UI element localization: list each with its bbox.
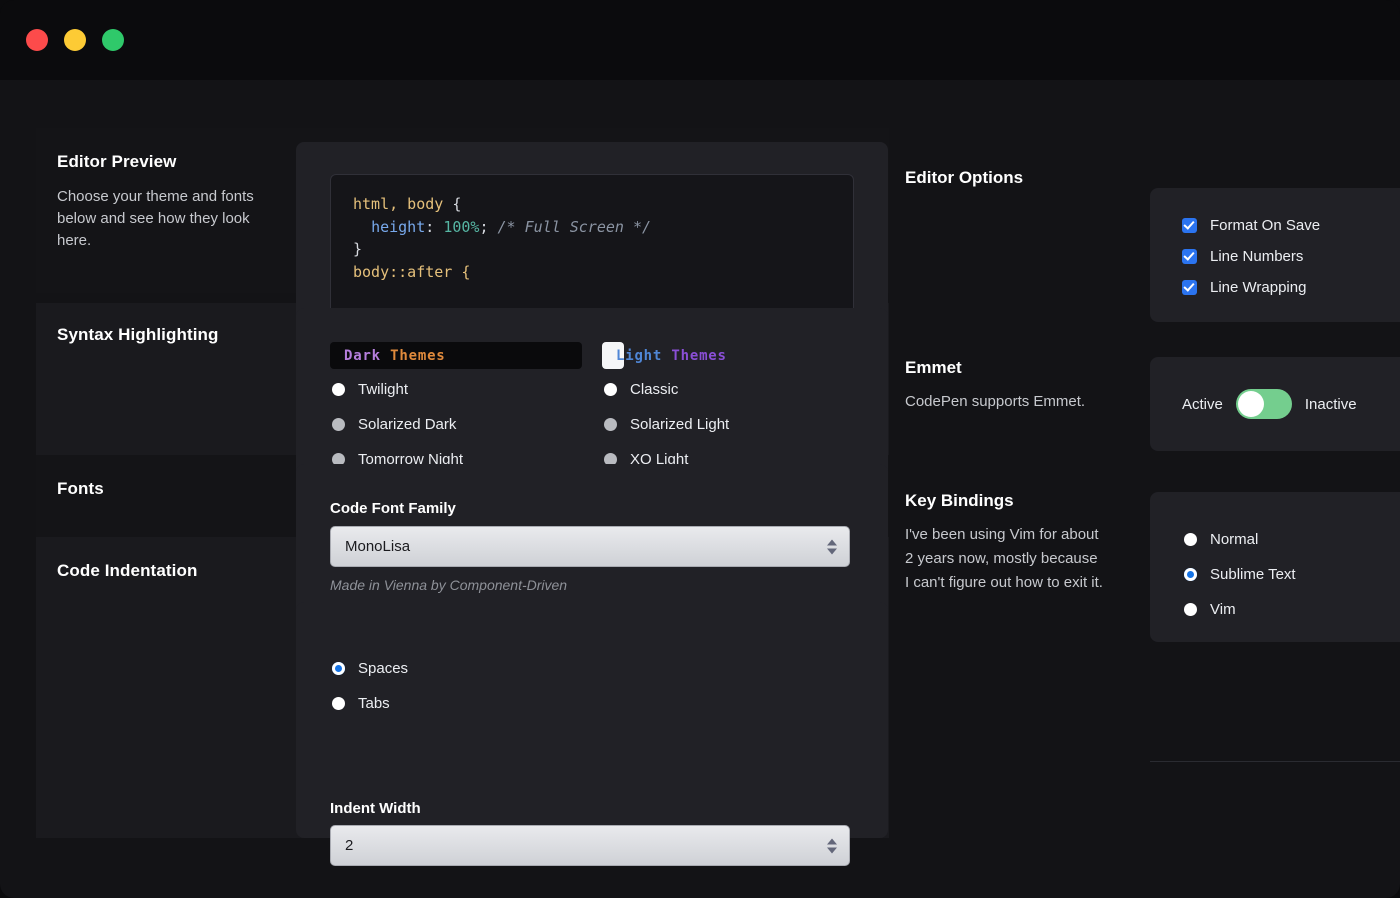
toggle-knob-icon	[1237, 391, 1264, 417]
stepper-arrows-icon[interactable]	[827, 838, 837, 853]
emmet-description: CodePen supports Emmet.	[905, 393, 1086, 410]
window-titlebar	[0, 0, 1400, 80]
key-bindings-description: I've been using Vim for about 2 years no…	[905, 526, 1103, 591]
key-binding-label: Vim	[1210, 600, 1236, 618]
key-bindings-title: Key Bindings	[905, 491, 1014, 510]
radio-icon[interactable]	[332, 417, 345, 431]
indent-width-value: 2	[345, 837, 354, 854]
section-title-fonts: Fonts	[57, 479, 104, 498]
minimize-button-icon[interactable]	[64, 29, 86, 51]
light-themes-header: Light Themes	[602, 342, 726, 369]
light-themes-header-word2: Themes	[671, 347, 727, 364]
close-button-icon[interactable]	[26, 29, 48, 51]
key-binding-label: Normal	[1210, 530, 1259, 548]
font-caption: Made in Vienna by Component-Driven	[330, 577, 568, 593]
indent-option-label: Tabs	[358, 694, 390, 712]
code-font-family-label: Code Font Family	[330, 500, 456, 517]
key-bindings-radio-group: Normal Sublime Text Vim	[1150, 492, 1400, 624]
key-binding-option-sublime-text[interactable]: Sublime Text	[1182, 559, 1400, 589]
checkbox-line-wrapping[interactable]: Line Wrapping	[1182, 272, 1400, 303]
light-themes-column: Light Themes Classic Solarized Light XQ …	[602, 342, 854, 474]
theme-option-twilight[interactable]: Twilight	[330, 374, 582, 404]
right-column-divider	[1150, 761, 1400, 762]
radio-icon[interactable]	[604, 382, 617, 396]
code-value: 100%	[443, 217, 480, 236]
code-brace-open: {	[443, 195, 462, 213]
radio-icon[interactable]	[1184, 532, 1197, 546]
code-font-family-value: MonoLisa	[345, 538, 411, 555]
emmet-block: Emmet CodePen supports Emmet.	[905, 358, 1105, 414]
radio-icon[interactable]	[332, 661, 345, 675]
theme-option-label: Twilight	[358, 380, 409, 398]
radio-icon[interactable]	[1184, 602, 1197, 616]
code-indentation-card: Spaces Tabs Indent Width 2	[296, 602, 888, 866]
emmet-title: Emmet	[905, 358, 962, 377]
section-description-editor-preview: Choose your theme and fonts below and se…	[57, 188, 254, 249]
radio-icon[interactable]	[604, 417, 617, 431]
window-controls	[26, 29, 124, 51]
page-body: Editor Preview Choose your theme and fon…	[0, 80, 1400, 898]
indent-option-tabs[interactable]: Tabs	[330, 688, 408, 718]
key-bindings-card: Normal Sublime Text Vim	[1150, 492, 1400, 642]
editor-options-card: Format On Save Line Numbers Line Wrappin…	[1150, 188, 1400, 322]
checkbox-group: Format On Save Line Numbers Line Wrappin…	[1150, 188, 1400, 303]
code-line-1: html, body {	[353, 193, 853, 216]
emmet-card: Active Inactive	[1150, 357, 1400, 451]
code-font-family-select[interactable]: MonoLisa	[330, 526, 850, 567]
checkbox-label: Line Numbers	[1210, 248, 1304, 265]
code-property: height	[371, 217, 426, 236]
key-binding-option-normal[interactable]: Normal	[1182, 524, 1400, 554]
section-title-editor-preview: Editor Preview	[57, 152, 177, 171]
emmet-toggle-switch[interactable]	[1235, 389, 1292, 419]
dark-themes-header-word1: Dark	[344, 347, 381, 364]
code-semicolon: ;	[479, 217, 498, 236]
code-colon: :	[425, 217, 444, 236]
editor-options-block: Editor Options	[905, 168, 1023, 188]
checkbox-line-numbers[interactable]: Line Numbers	[1182, 241, 1400, 272]
zoom-button-icon[interactable]	[102, 29, 124, 51]
indent-width-label: Indent Width	[330, 800, 421, 817]
dark-themes-header-word2: Themes	[390, 347, 446, 364]
key-binding-label: Sublime Text	[1210, 565, 1296, 583]
light-themes-header-word1: Light	[616, 347, 663, 364]
checkbox-format-on-save[interactable]: Format On Save	[1182, 210, 1400, 241]
dark-themes-column: Dark Themes Twilight Solarized Dark Tomo…	[330, 342, 582, 474]
checkbox-label: Line Wrapping	[1210, 279, 1307, 296]
emmet-toggle-left-label: Active	[1182, 395, 1223, 413]
checkbox-icon[interactable]	[1182, 280, 1197, 295]
code-line-2: height: 100%; /* Full Screen */	[353, 216, 853, 239]
radio-icon[interactable]	[332, 382, 345, 396]
code-line-3: }	[353, 240, 363, 258]
checkbox-icon[interactable]	[1182, 218, 1197, 233]
code-preview-block[interactable]: html, body { height: 100%; /* Full Scree…	[330, 174, 854, 322]
key-binding-option-vim[interactable]: Vim	[1182, 594, 1400, 624]
theme-option-label: Solarized Light	[630, 415, 730, 433]
theme-option-solarized-light[interactable]: Solarized Light	[602, 409, 854, 439]
radio-icon[interactable]	[332, 696, 345, 710]
section-title-code-indentation: Code Indentation	[57, 561, 198, 580]
indent-type-group: Spaces Tabs	[330, 648, 408, 718]
theme-option-label: Solarized Dark	[358, 415, 457, 433]
key-bindings-block: Key Bindings I've been using Vim for abo…	[905, 491, 1105, 595]
emmet-toggle-right-label: Inactive	[1304, 395, 1357, 413]
checkbox-label: Format On Save	[1210, 217, 1321, 234]
stepper-arrows-icon[interactable]	[827, 539, 837, 554]
code-line-4: body::after {	[353, 262, 471, 281]
theme-option-label: Classic	[630, 380, 679, 398]
theme-option-classic[interactable]: Classic	[602, 374, 854, 404]
dark-themes-header: Dark Themes	[330, 342, 582, 369]
section-title-syntax-highlighting: Syntax Highlighting	[57, 325, 219, 344]
indent-option-label: Spaces	[358, 659, 409, 677]
radio-icon[interactable]	[1184, 567, 1197, 581]
app-window: Editor Preview Choose your theme and fon…	[0, 0, 1400, 898]
indent-width-select[interactable]: 2	[330, 825, 850, 866]
code-selector: html, body	[353, 195, 444, 213]
emmet-toggle-row: Active Inactive	[1150, 357, 1400, 419]
editor-options-title: Editor Options	[905, 168, 1024, 187]
indent-option-spaces[interactable]: Spaces	[330, 653, 408, 683]
checkbox-icon[interactable]	[1182, 249, 1197, 264]
code-comment: /* Full Screen */	[497, 217, 652, 236]
theme-option-solarized-dark[interactable]: Solarized Dark	[330, 409, 582, 439]
